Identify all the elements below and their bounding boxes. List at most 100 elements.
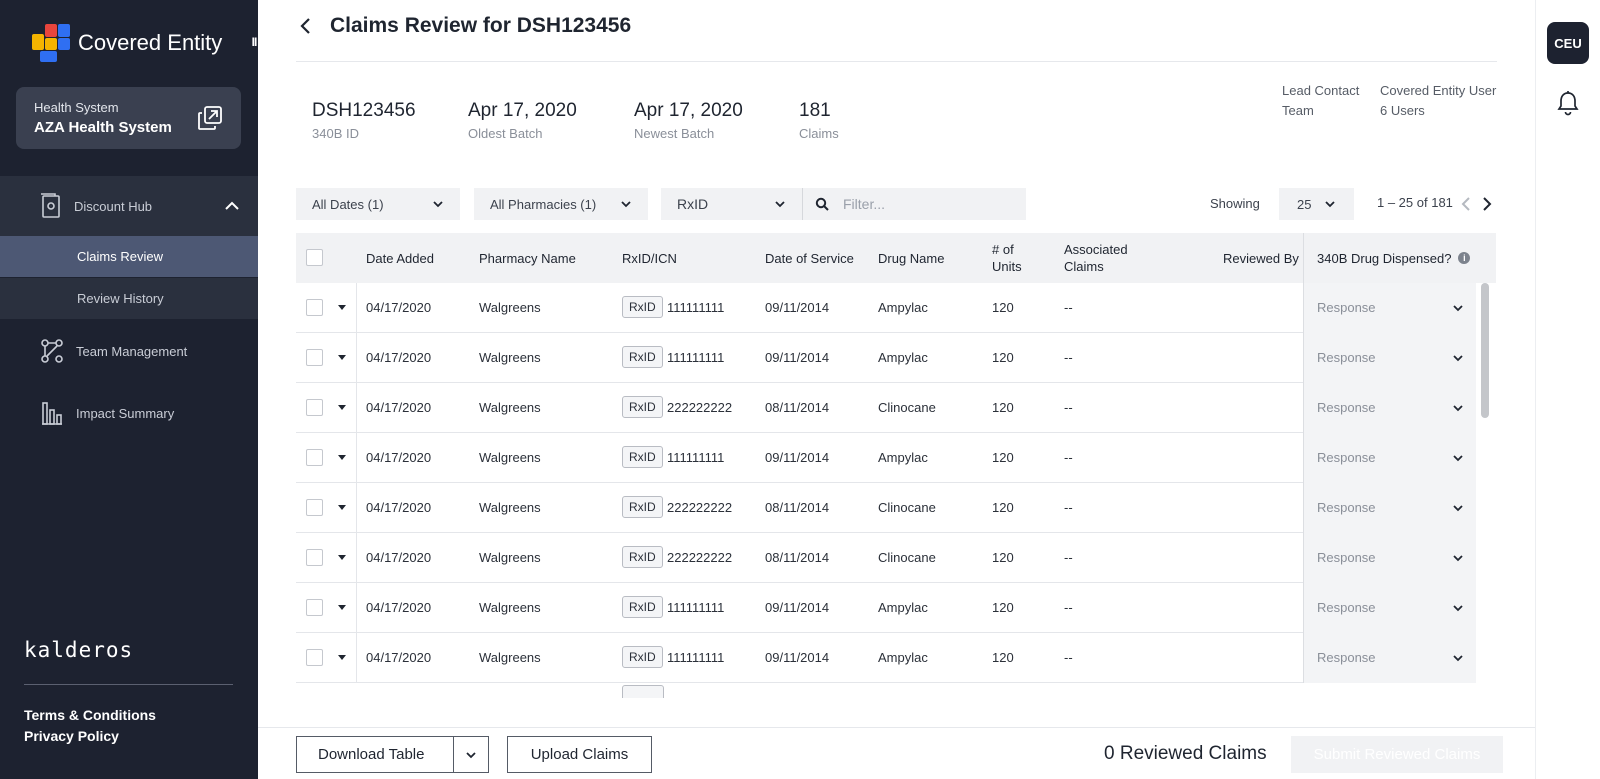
cell-rxid: 111111111 xyxy=(667,450,725,465)
cell-associated-claims: -- xyxy=(1064,450,1073,465)
cell-drug-name: Ampylac xyxy=(878,300,928,315)
cell-date-of-service: 09/11/2014 xyxy=(765,650,830,665)
rxid-badge: RxID xyxy=(622,446,663,468)
pharmacies-filter-dropdown[interactable]: All Pharmacies (1) xyxy=(474,188,648,220)
rxid-badge: RxID xyxy=(622,596,663,618)
chevron-down-icon xyxy=(1453,505,1463,512)
cell-units: 120 xyxy=(992,650,1014,665)
privacy-link[interactable]: Privacy Policy xyxy=(24,728,119,744)
caret-down-icon[interactable] xyxy=(338,555,346,560)
caret-down-icon[interactable] xyxy=(338,655,346,660)
table-row[interactable]: 04/17/2020 Walgreens RxID 222222222 08/11/20… xyxy=(296,483,1476,533)
terms-link[interactable]: Terms & Conditions xyxy=(24,707,156,723)
response-dropdown[interactable]: Response xyxy=(1303,283,1476,333)
row-divider xyxy=(356,583,357,633)
col-units[interactable]: # of Units xyxy=(992,241,1032,275)
col-date-of-service[interactable]: Date of Service xyxy=(765,250,854,267)
row-checkbox[interactable] xyxy=(306,349,323,366)
page-size-dropdown[interactable]: 25 xyxy=(1279,188,1354,220)
row-checkbox[interactable] xyxy=(306,499,323,516)
stat-label: Oldest Batch xyxy=(468,126,543,141)
stat-value: Apr 17, 2020 xyxy=(468,100,577,121)
select-all-checkbox[interactable] xyxy=(306,249,323,266)
response-value: Response xyxy=(1317,350,1376,365)
caret-down-icon[interactable] xyxy=(338,605,346,610)
col-date-added[interactable]: Date Added xyxy=(366,250,434,267)
lead-contact-label: Lead Contact xyxy=(1282,83,1360,98)
search-input[interactable]: Filter... xyxy=(843,196,885,212)
nav-discount-hub[interactable]: Discount Hub xyxy=(0,176,258,236)
cell-pharmacy-name: Walgreens xyxy=(479,450,541,465)
response-dropdown[interactable]: Response xyxy=(1303,483,1476,533)
dates-filter-dropdown[interactable]: All Dates (1) xyxy=(296,188,460,220)
table-row[interactable]: 04/17/2020 Walgreens RxID 111111111 09/11/20… xyxy=(296,433,1476,483)
caret-down-icon[interactable] xyxy=(338,305,346,310)
sidebar-divider xyxy=(24,684,233,685)
row-checkbox[interactable] xyxy=(306,649,323,666)
col-reviewed-by[interactable]: Reviewed By xyxy=(1223,250,1299,267)
row-divider xyxy=(356,383,357,433)
download-options-button[interactable] xyxy=(453,736,489,773)
col-associated-claims[interactable]: Associated Claims xyxy=(1064,241,1144,275)
submit-reviewed-claims-button[interactable]: Submit Reviewed Claims xyxy=(1291,736,1503,773)
response-dropdown[interactable]: Response xyxy=(1303,433,1476,483)
cell-date-of-service: 08/11/2014 xyxy=(765,500,830,515)
table-row[interactable]: 04/17/2020 Walgreens RxID 111111111 09/11/20… xyxy=(296,333,1476,383)
caret-down-icon[interactable] xyxy=(338,355,346,360)
cell-pharmacy-name: Walgreens xyxy=(479,400,541,415)
col-pharmacy-name[interactable]: Pharmacy Name xyxy=(479,250,576,267)
previous-page-icon[interactable] xyxy=(1459,196,1473,212)
cell-units: 120 xyxy=(992,300,1014,315)
row-checkbox[interactable] xyxy=(306,549,323,566)
table-row[interactable]: 04/17/2020 Walgreens RxID 111111111 09/11/20… xyxy=(296,283,1476,333)
cell-date-added: 04/17/2020 xyxy=(366,550,432,565)
download-table-button[interactable]: Download Table xyxy=(296,736,454,773)
switch-icon[interactable] xyxy=(197,105,223,131)
bar-chart-icon xyxy=(42,402,62,425)
cell-associated-claims: -- xyxy=(1064,300,1073,315)
col-340b-dispensed[interactable]: 340B Drug Dispensed? i xyxy=(1303,233,1476,283)
chevron-left-icon[interactable] xyxy=(296,16,316,36)
cell-rxid: 111111111 xyxy=(667,650,725,665)
cell-associated-claims: -- xyxy=(1064,550,1073,565)
col-rxid-icn[interactable]: RxID/ICN xyxy=(622,250,677,267)
row-checkbox[interactable] xyxy=(306,399,323,416)
caret-down-icon[interactable] xyxy=(338,455,346,460)
response-dropdown[interactable]: Response xyxy=(1303,633,1476,683)
upload-claims-button[interactable]: Upload Claims xyxy=(507,736,652,773)
response-value: Response xyxy=(1317,300,1376,315)
id-type-dropdown[interactable]: RxID xyxy=(661,188,802,220)
table-row[interactable]: 04/17/2020 Walgreens RxID 222222222 08/11/20… xyxy=(296,383,1476,433)
caret-down-icon[interactable] xyxy=(338,505,346,510)
nav-review-history[interactable]: Review History xyxy=(0,278,258,319)
chevron-up-icon[interactable] xyxy=(224,198,240,214)
response-value: Response xyxy=(1317,450,1376,465)
info-icon[interactable]: i xyxy=(1458,252,1471,264)
response-dropdown[interactable]: Response xyxy=(1303,583,1476,633)
brand[interactable]: Covered Entity xyxy=(32,24,222,62)
next-page-icon[interactable] xyxy=(1480,196,1494,212)
row-checkbox[interactable] xyxy=(306,599,323,616)
row-checkbox[interactable] xyxy=(306,299,323,316)
bell-icon[interactable] xyxy=(1556,90,1580,116)
table-row[interactable]: 04/17/2020 Walgreens RxID 111111111 09/11/20… xyxy=(296,583,1476,633)
avatar[interactable]: CEU xyxy=(1547,22,1589,64)
table-row[interactable]: 04/17/2020 Walgreens RxID 222222222 08/11/20… xyxy=(296,533,1476,583)
health-system-card[interactable]: Health System AZA Health System xyxy=(16,87,241,149)
row-checkbox[interactable] xyxy=(306,449,323,466)
nav-claims-review[interactable]: Claims Review xyxy=(0,236,258,277)
stat-label: Claims xyxy=(799,126,839,141)
cell-pharmacy-name: Walgreens xyxy=(479,300,541,315)
nav-team-management[interactable]: Team Management xyxy=(0,331,258,371)
company-logo: kalderos xyxy=(24,638,134,662)
cell-date-of-service: 09/11/2014 xyxy=(765,600,830,615)
caret-down-icon[interactable] xyxy=(338,405,346,410)
response-dropdown[interactable]: Response xyxy=(1303,333,1476,383)
table-row[interactable]: 04/17/2020 Walgreens RxID 111111111 09/11/20… xyxy=(296,633,1476,683)
nav-impact-summary[interactable]: Impact Summary xyxy=(0,393,258,433)
col-drug-name[interactable]: Drug Name xyxy=(878,250,944,267)
filter-search-box[interactable]: Filter... xyxy=(803,188,1026,220)
response-dropdown[interactable]: Response xyxy=(1303,383,1476,433)
table-scrollbar-thumb[interactable] xyxy=(1481,283,1489,418)
response-dropdown[interactable]: Response xyxy=(1303,533,1476,583)
